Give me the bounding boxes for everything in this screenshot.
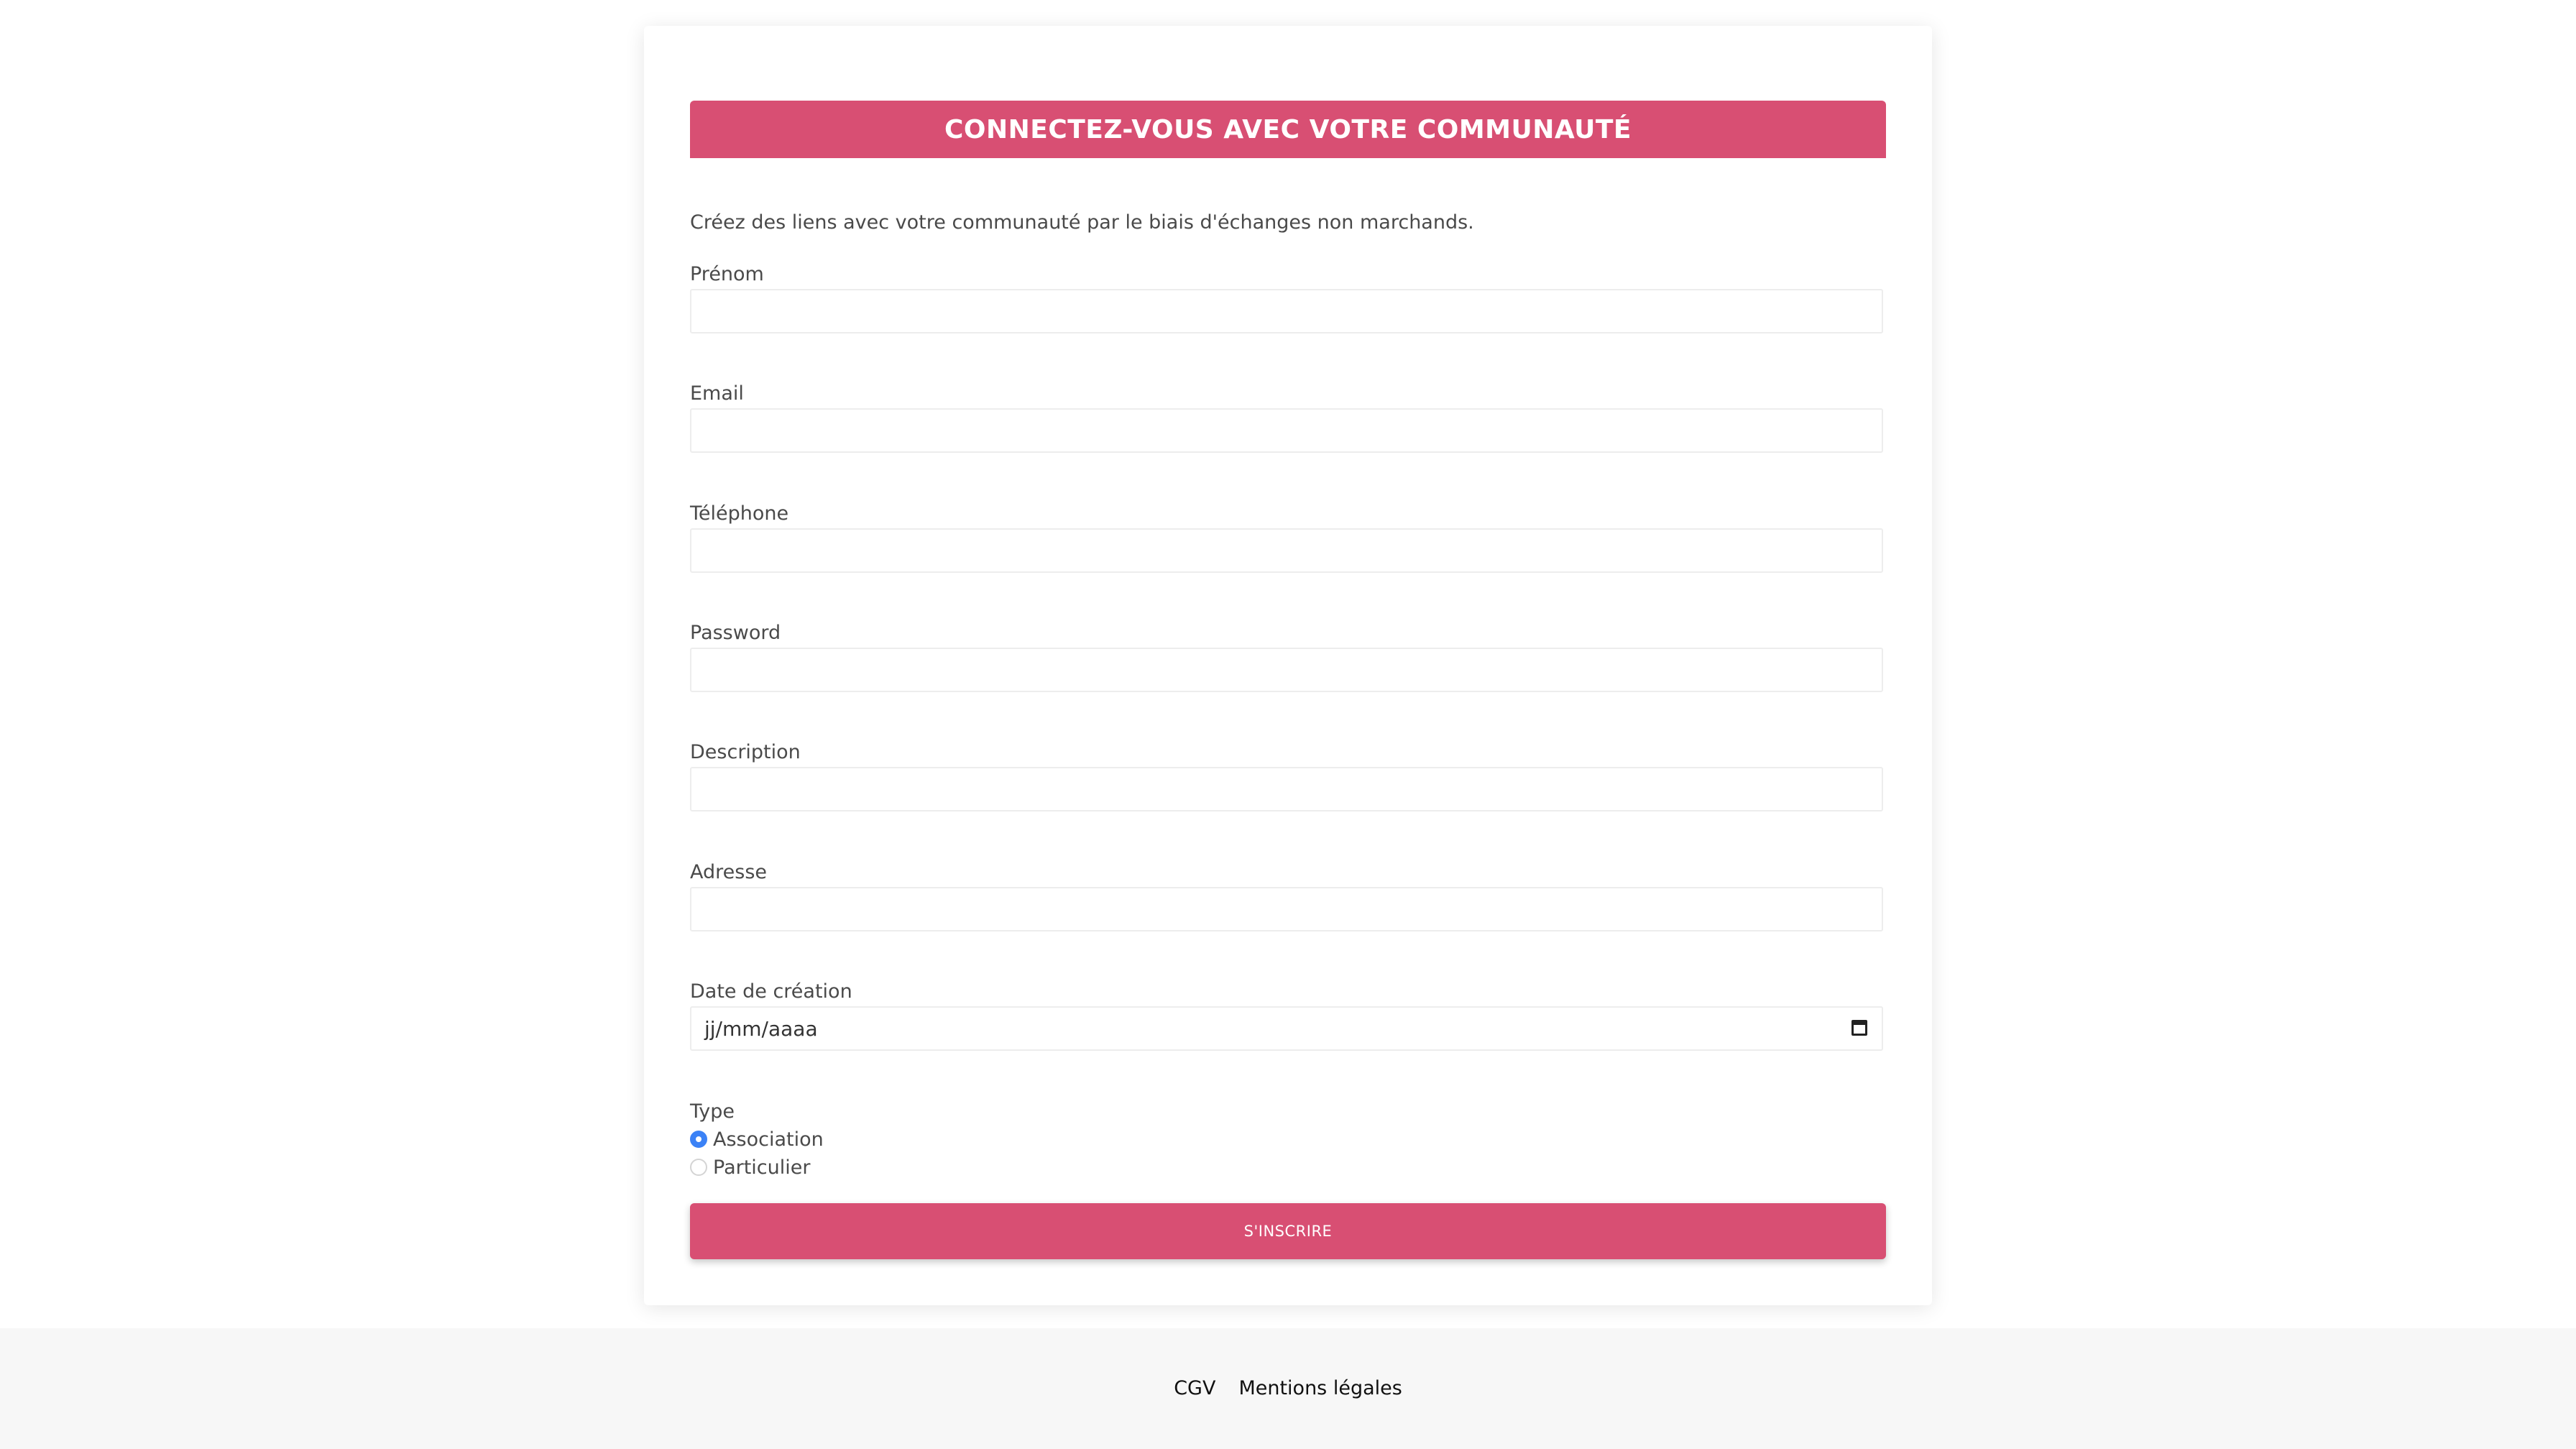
- email-input[interactable]: [690, 408, 1883, 453]
- telephone-label: Téléphone: [690, 502, 789, 525]
- radio-button-checked[interactable]: [690, 1131, 707, 1148]
- radio-button-unchecked[interactable]: [690, 1159, 707, 1176]
- adresse-label: Adresse: [690, 861, 767, 883]
- footer-links: CGV Mentions légales: [0, 1377, 2576, 1399]
- date-creation-label: Date de création: [690, 980, 852, 1003]
- footer: CGV Mentions légales: [0, 1328, 2576, 1449]
- signup-button[interactable]: S'INSCRIRE: [690, 1203, 1886, 1259]
- page-title: CONNECTEZ-VOUS AVEC VOTRE COMMUNAUTÉ: [944, 114, 1632, 144]
- telephone-input[interactable]: [690, 528, 1883, 573]
- email-label: Email: [690, 382, 744, 405]
- date-placeholder: jj/mm/aaaa: [704, 1017, 818, 1041]
- description-input[interactable]: [690, 767, 1883, 811]
- prenom-input[interactable]: [690, 289, 1883, 334]
- signup-card: CONNECTEZ-VOUS AVEC VOTRE COMMUNAUTÉ Cré…: [644, 26, 1932, 1305]
- intro-text: Créez des liens avec votre communauté pa…: [690, 211, 1474, 234]
- password-label: Password: [690, 622, 781, 644]
- adresse-input[interactable]: [690, 887, 1883, 932]
- radio-particulier[interactable]: Particulier: [690, 1155, 810, 1179]
- footer-link-cgv[interactable]: CGV: [1174, 1377, 1215, 1399]
- calendar-icon[interactable]: [1852, 1020, 1867, 1036]
- prenom-label: Prénom: [690, 263, 764, 285]
- description-label: Description: [690, 741, 801, 763]
- radio-association-label: Association: [713, 1128, 824, 1151]
- header-banner: CONNECTEZ-VOUS AVEC VOTRE COMMUNAUTÉ: [690, 101, 1886, 158]
- footer-link-mentions-legales[interactable]: Mentions légales: [1238, 1377, 1402, 1399]
- password-input[interactable]: [690, 648, 1883, 692]
- date-creation-input[interactable]: jj/mm/aaaa: [690, 1006, 1883, 1051]
- radio-particulier-label: Particulier: [713, 1156, 811, 1179]
- radio-association[interactable]: Association: [690, 1127, 824, 1151]
- type-label: Type: [690, 1100, 735, 1123]
